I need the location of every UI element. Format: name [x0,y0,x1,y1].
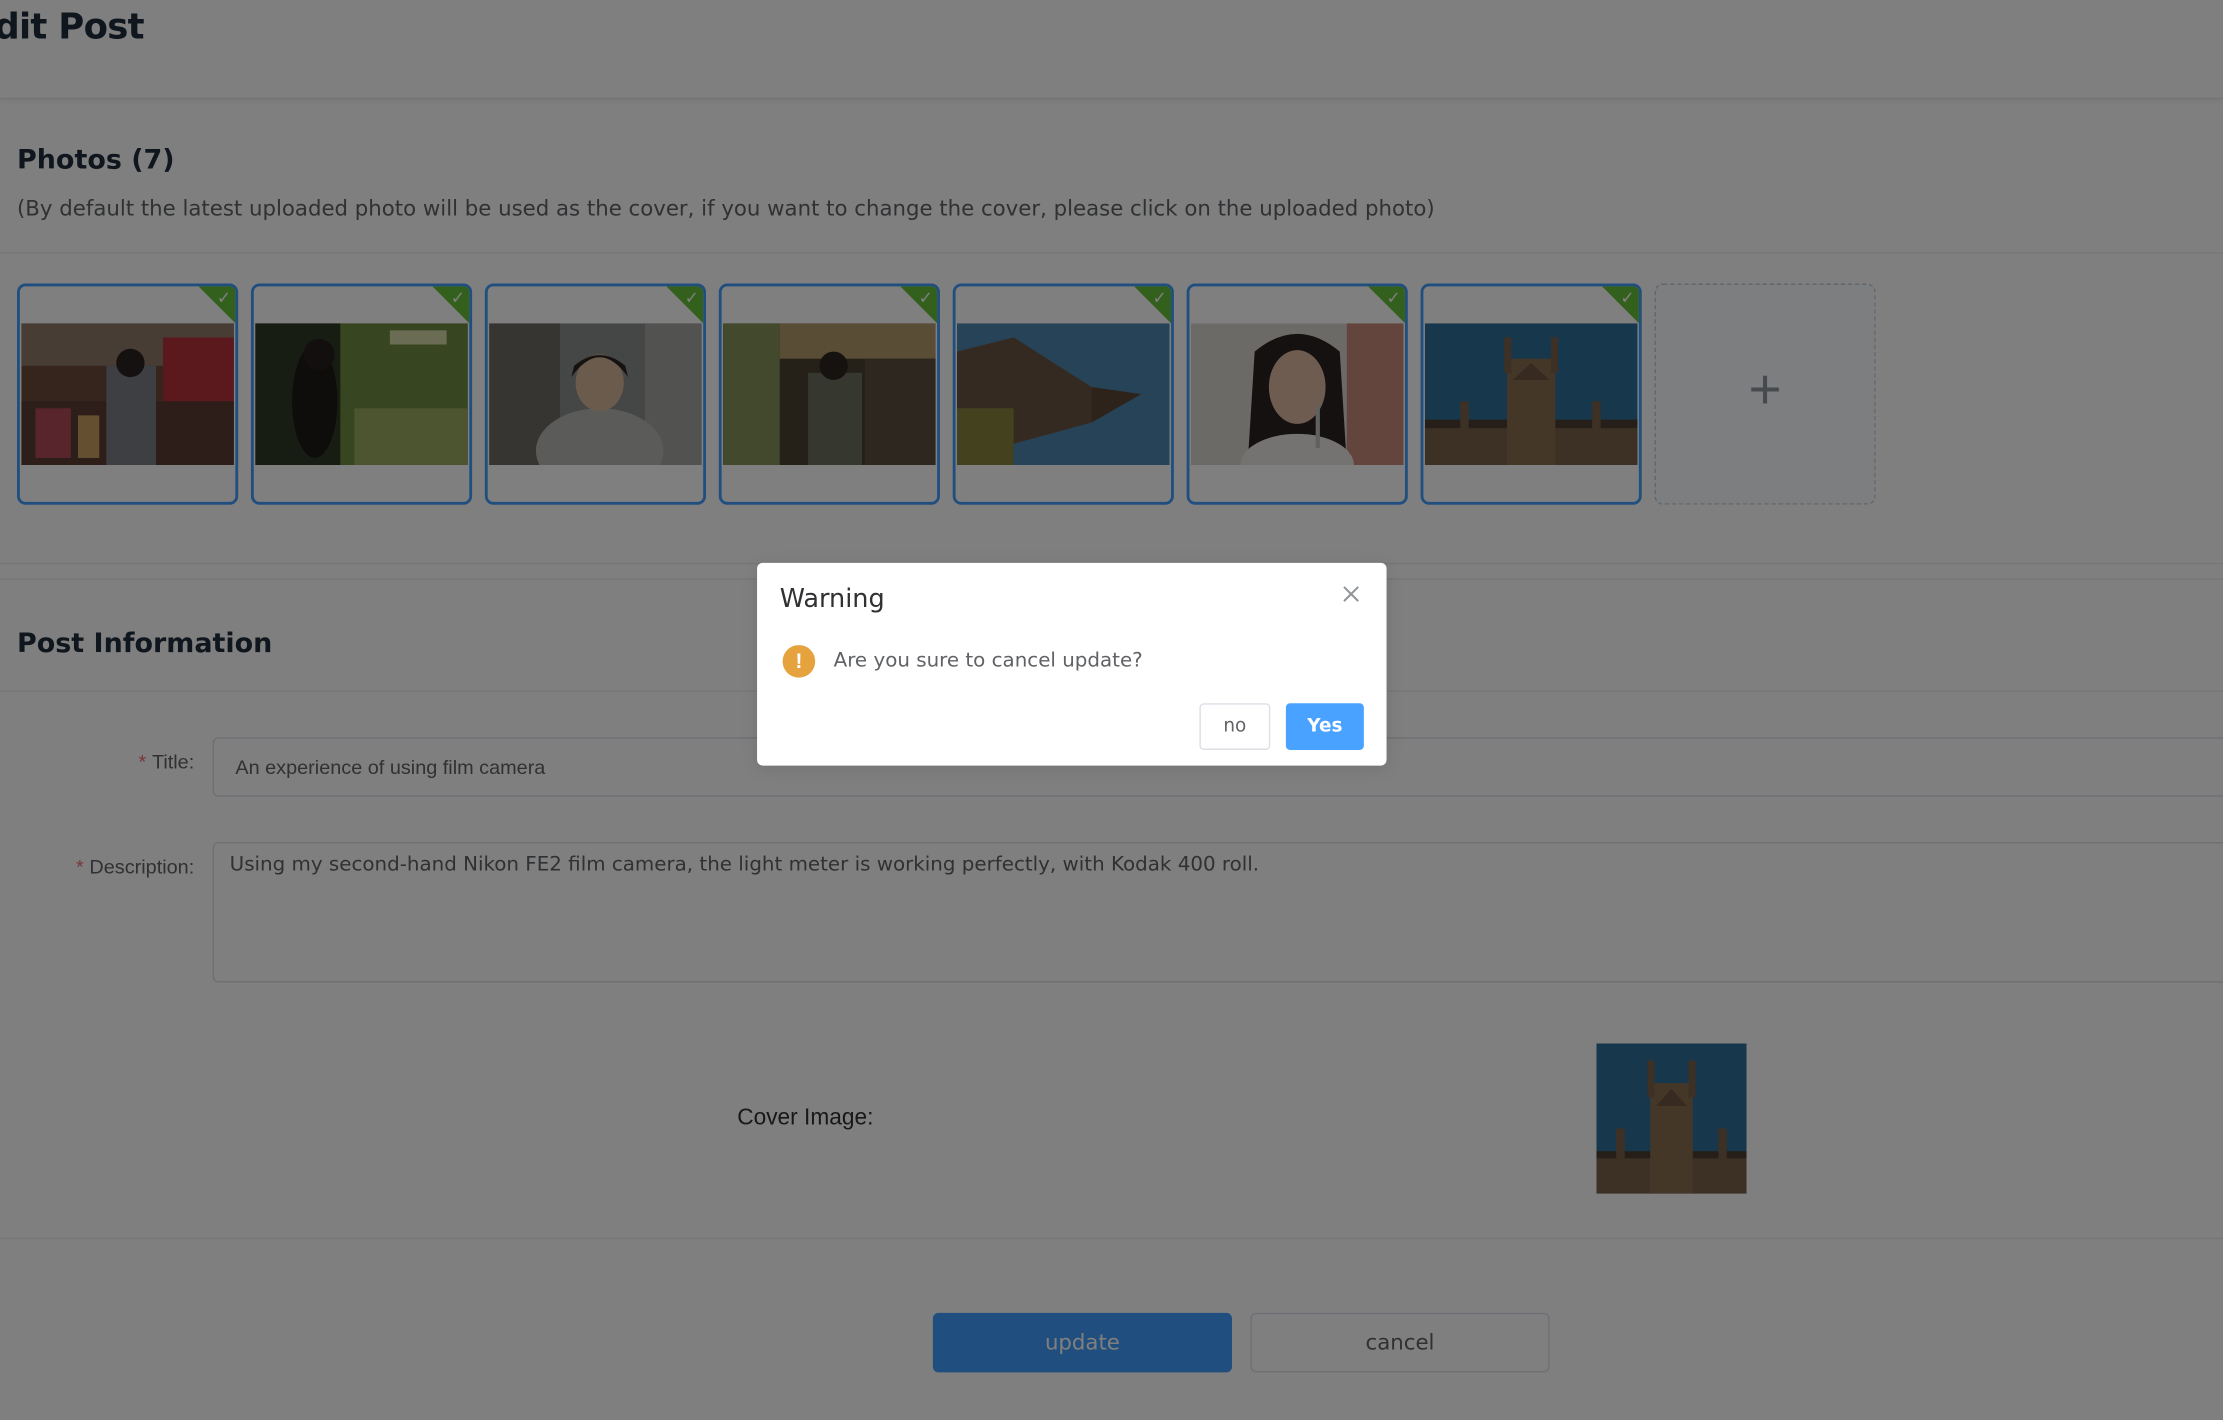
close-icon[interactable] [1340,583,1363,606]
dialog-message: Are you sure to cancel update? [833,649,1143,673]
dialog-yes-button[interactable]: Yes [1285,703,1364,750]
dialog-no-button[interactable]: no [1199,703,1271,750]
dialog-title: Warning [779,584,885,614]
warning-icon: ! [782,645,816,678]
warning-dialog: Warning ! Are you sure to cancel update?… [757,562,1387,766]
